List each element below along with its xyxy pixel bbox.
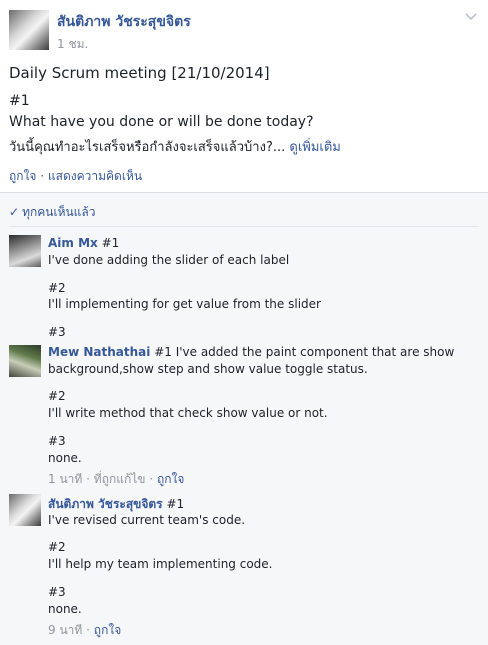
comment-text: I'll help my team implementing code. [48, 557, 273, 571]
comment-time[interactable]: 9 นาที [48, 623, 82, 637]
post-question-en: What have you done or will be done today… [9, 114, 314, 130]
post-question-th: วันนี้คุณทำอะไรเสร็จหรือกำลังจะเสร็จแล้ว… [9, 136, 341, 157]
separator: · [149, 472, 154, 486]
comment-author-name[interactable]: Mew Nathathai [48, 345, 150, 359]
comment-text: #2 [48, 389, 66, 403]
post-timestamp[interactable]: 1 ชม. [57, 35, 88, 54]
divider [9, 226, 479, 227]
see-more-link[interactable]: ดูเพิ่มเติม [289, 140, 340, 155]
post-line-number: #1 [9, 93, 30, 109]
comment-text: background,show step and show value togg… [48, 362, 368, 376]
comment-link[interactable]: แสดงความคิดเห็น [48, 169, 142, 183]
seen-by-all[interactable]: ✓ ทุกคนเห็นแล้ว [9, 203, 96, 222]
comment-text: I'll implementing for get value from the… [48, 297, 321, 311]
chevron-down-icon[interactable] [464, 10, 478, 24]
post-title-line: Daily Scrum meeting [21/10/2014] [9, 64, 270, 82]
comment-author-name[interactable]: Aim Mx [48, 236, 98, 250]
comment-text: #1 [166, 497, 185, 511]
avatar[interactable] [9, 345, 41, 377]
comment-meta: 1 นาที · ที่ถูกแก้ไข · ถูกใจ [48, 470, 184, 489]
post-question-th-text: วันนี้คุณทำอะไรเสร็จหรือกำลังจะเสร็จแล้ว… [9, 140, 286, 155]
comment-text: I'll write method that check show value … [48, 406, 328, 420]
separator: · [40, 169, 45, 183]
post-actions: ถูกใจ · แสดงความคิดเห็น [9, 167, 142, 186]
comment-time[interactable]: 1 นาที [48, 472, 82, 486]
comment-like-link[interactable]: ถูกใจ [157, 472, 184, 486]
comment-text: I've done adding the slider of each labe… [48, 253, 290, 267]
comment-text: #3 [48, 434, 66, 448]
separator: · [86, 623, 90, 637]
comment-text: #1 [101, 236, 120, 250]
comment-text: #3 [48, 585, 66, 599]
comment-text: none. [48, 451, 82, 465]
like-link[interactable]: ถูกใจ [9, 169, 36, 183]
comment-author-name[interactable]: สันติภาพ วัชระสุขจิตร [48, 497, 163, 511]
separator: · [86, 472, 90, 486]
comment-text: none. [48, 602, 82, 616]
comment-text: #2 [48, 540, 66, 554]
comment-text: I've revised current team's code. [48, 513, 246, 527]
comment-meta: 9 นาที · ถูกใจ [48, 621, 121, 640]
avatar[interactable] [9, 235, 41, 267]
comment-line: สันติภาพ วัชระสุขจิตร #1 [48, 495, 184, 514]
seen-label: ทุกคนเห็นแล้ว [22, 205, 96, 219]
author-avatar[interactable] [9, 10, 49, 50]
comment-line: Mew Nathathai #1 I've added the paint co… [48, 345, 454, 359]
check-icon: ✓ [9, 205, 20, 219]
comment-text: #1 I've added the paint component that a… [154, 345, 455, 359]
comment-like-link[interactable]: ถูกใจ [94, 623, 121, 637]
edited-label[interactable]: ที่ถูกแก้ไข [94, 472, 146, 486]
avatar[interactable] [9, 494, 41, 526]
comment-line: Aim Mx #1 [48, 236, 119, 250]
comment-text: #2 [48, 281, 66, 295]
comment-text: #3 [48, 325, 66, 339]
post-author-name[interactable]: สันติภาพ วัชระสุขจิตร [57, 11, 191, 33]
